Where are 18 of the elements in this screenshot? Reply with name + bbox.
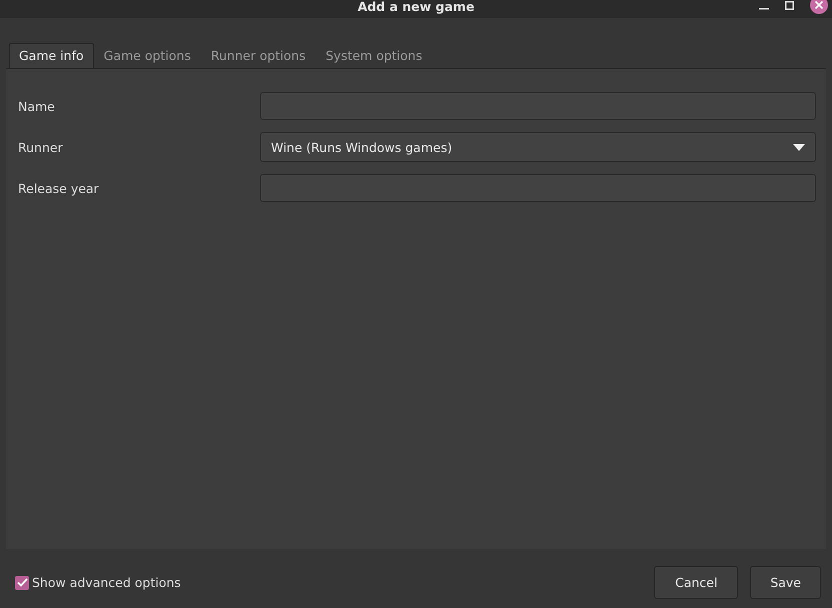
tab[interactable]: Runner options bbox=[200, 44, 316, 68]
checkbox-label[interactable]: Show advanced options bbox=[32, 575, 181, 590]
dialog-button[interactable]: Cancel bbox=[654, 566, 738, 599]
close-icon[interactable] bbox=[810, 0, 828, 14]
tab[interactable]: Game options bbox=[94, 44, 201, 68]
input-field[interactable] bbox=[260, 174, 816, 202]
window-title: Add a new game bbox=[358, 0, 474, 14]
field-label: Release year bbox=[18, 180, 100, 196]
maximize-icon[interactable] bbox=[785, 0, 794, 10]
dropdown[interactable]: Wine (Runs Windows games) bbox=[260, 132, 816, 162]
tab[interactable]: System options bbox=[316, 44, 432, 68]
field-label: Runner bbox=[18, 140, 64, 154]
dialog-button[interactable]: Save bbox=[750, 566, 821, 599]
field-label: Name bbox=[18, 98, 56, 114]
caret-icon bbox=[793, 144, 805, 150]
tab[interactable]: Game info bbox=[9, 43, 94, 68]
checkbox[interactable] bbox=[15, 576, 29, 590]
input-field[interactable] bbox=[260, 92, 816, 120]
